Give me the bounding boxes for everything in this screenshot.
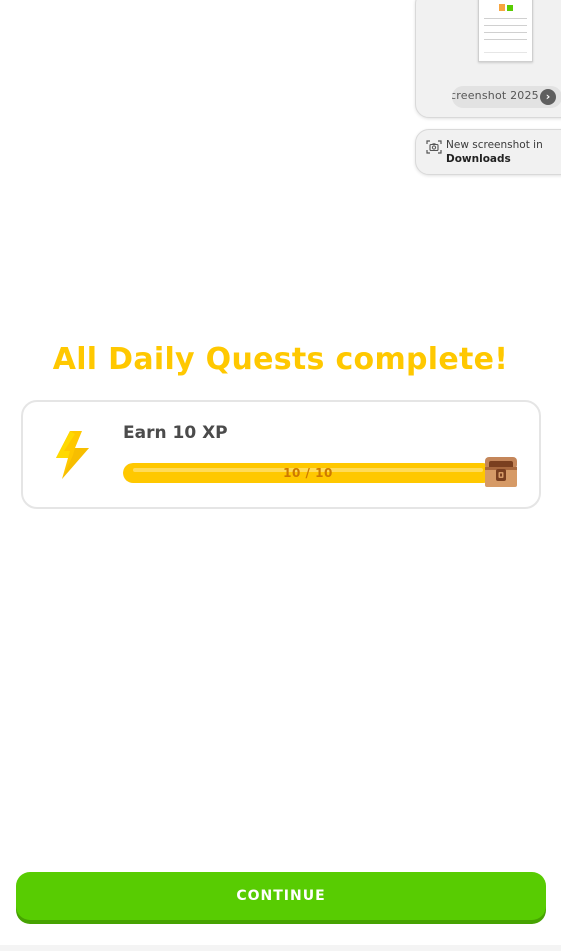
screenshot-name: creenshot 2025 (452, 89, 539, 102)
quest-title: Earn 10 XP (123, 423, 228, 443)
screenshot-preview-image[interactable] (478, 0, 533, 62)
preview-row (484, 32, 527, 33)
preview-row (484, 52, 527, 53)
screenshot-name-pill[interactable]: creenshot 2025 › (452, 86, 561, 108)
page: creenshot 2025 › New screenshot in Downl… (0, 0, 561, 951)
quest-progress-bar: 10 / 10 (123, 463, 493, 483)
notification-text: New screenshot in (446, 139, 543, 151)
lightning-bolt-icon (56, 431, 89, 479)
bottom-strip (0, 945, 561, 951)
continue-button[interactable]: CONTINUE (16, 872, 546, 920)
screenshot-thumbnail-card[interactable]: creenshot 2025 › (415, 0, 561, 118)
preview-row (484, 25, 527, 26)
quest-progress-text: 10 / 10 (283, 466, 333, 480)
screenshot-icon (426, 140, 442, 154)
preview-row (484, 18, 527, 19)
chevron-right-icon[interactable]: › (540, 89, 556, 105)
screenshot-notification[interactable]: New screenshot in Downloads (415, 129, 561, 175)
page-title: All Daily Quests complete! (52, 342, 509, 377)
treasure-chest-icon (485, 457, 517, 487)
preview-row (484, 39, 527, 40)
notification-folder: Downloads (446, 153, 511, 165)
preview-mini-icons (499, 4, 513, 11)
quest-card: Earn 10 XP 10 / 10 (21, 400, 541, 509)
